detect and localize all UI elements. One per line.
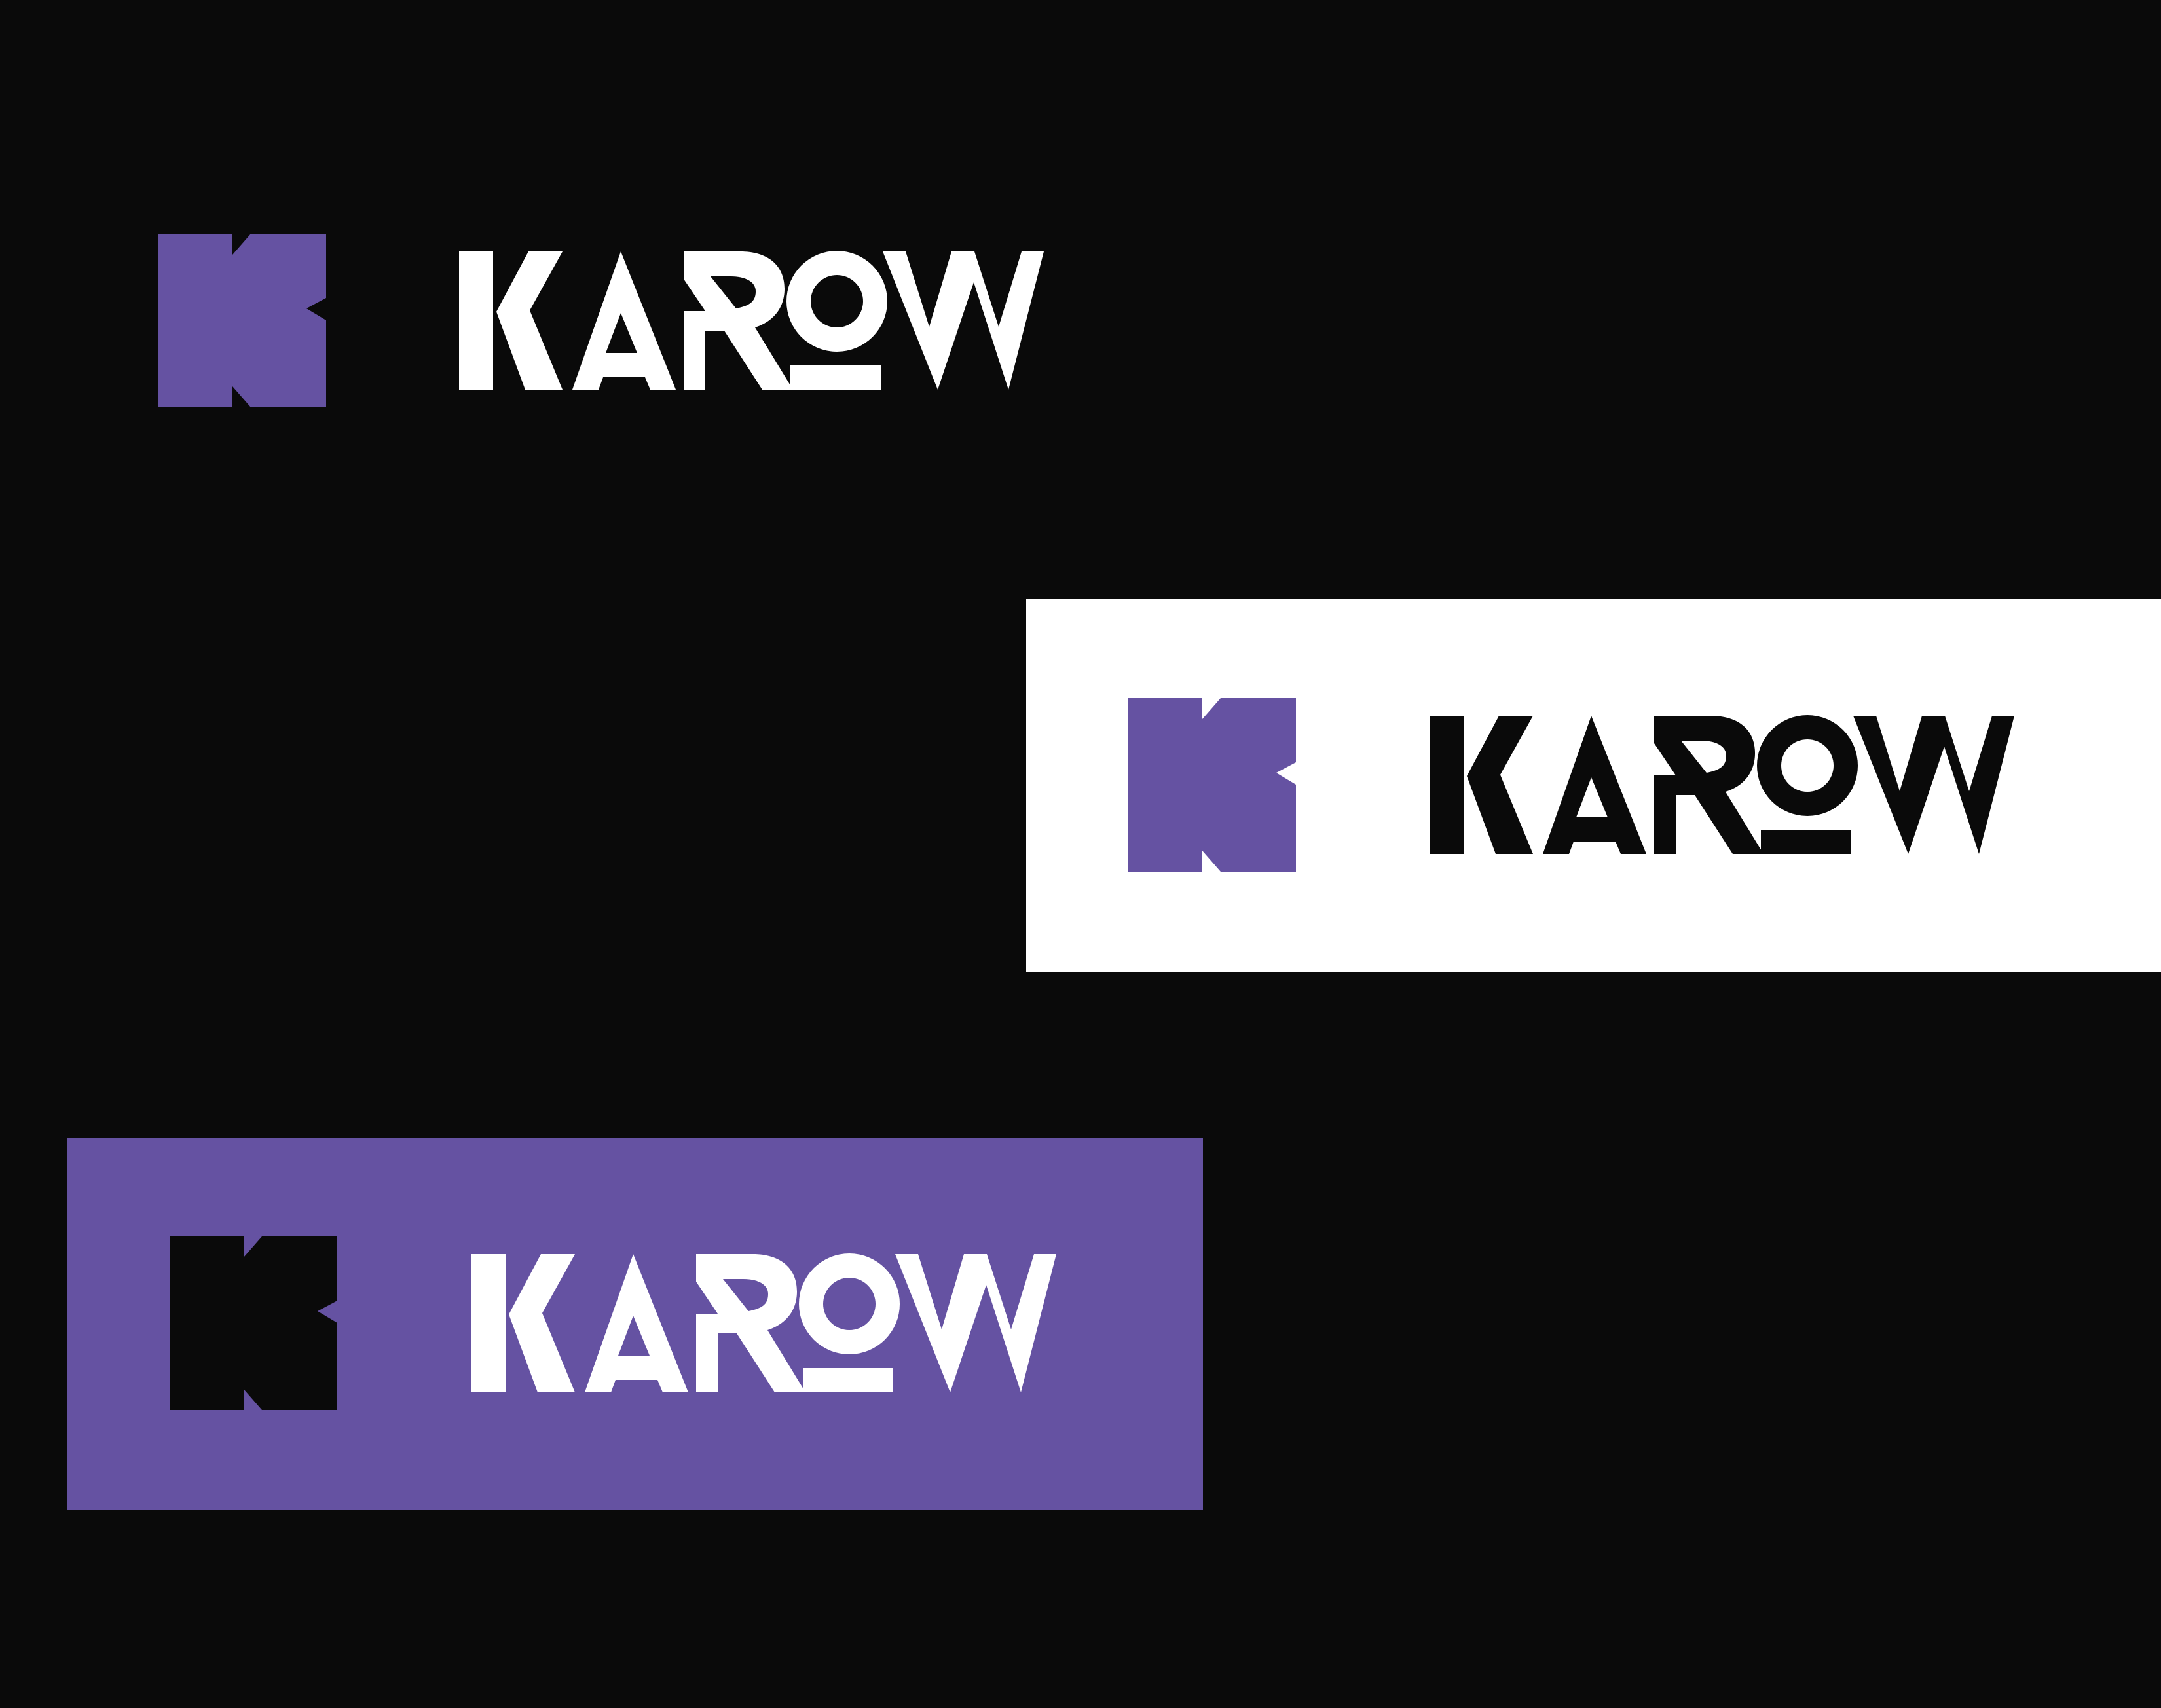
karow-wordmark [471, 1253, 1056, 1392]
k-mark-icon [170, 1236, 337, 1410]
logo-lockup-on-purple [170, 1236, 1056, 1410]
karow-wordmark [1430, 715, 2014, 854]
